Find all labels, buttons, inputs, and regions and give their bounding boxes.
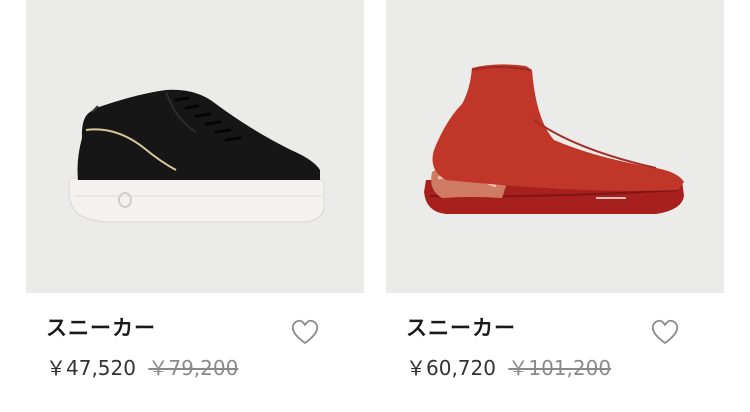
heart-outline-icon[interactable] (290, 318, 320, 346)
product-title[interactable]: スニーカー (406, 312, 516, 342)
black-sneaker-image (68, 89, 325, 223)
product-image[interactable] (386, 0, 724, 293)
sale-price: ￥60,720 (406, 356, 496, 380)
product-card[interactable]: スニーカー ￥60,720 ￥101,200 (386, 0, 724, 412)
red-sock-sneaker-image (424, 64, 684, 214)
product-image[interactable] (26, 0, 364, 293)
original-price: ￥101,200 (508, 356, 612, 380)
price-row: ￥60,720 ￥101,200 (406, 352, 611, 381)
sale-price: ￥47,520 (46, 356, 136, 380)
product-title[interactable]: スニーカー (46, 312, 156, 342)
price-row: ￥47,520 ￥79,200 (46, 352, 238, 381)
product-card[interactable]: スニーカー ￥47,520 ￥79,200 (26, 0, 364, 412)
heart-outline-icon[interactable] (650, 318, 680, 346)
original-price: ￥79,200 (148, 356, 239, 380)
